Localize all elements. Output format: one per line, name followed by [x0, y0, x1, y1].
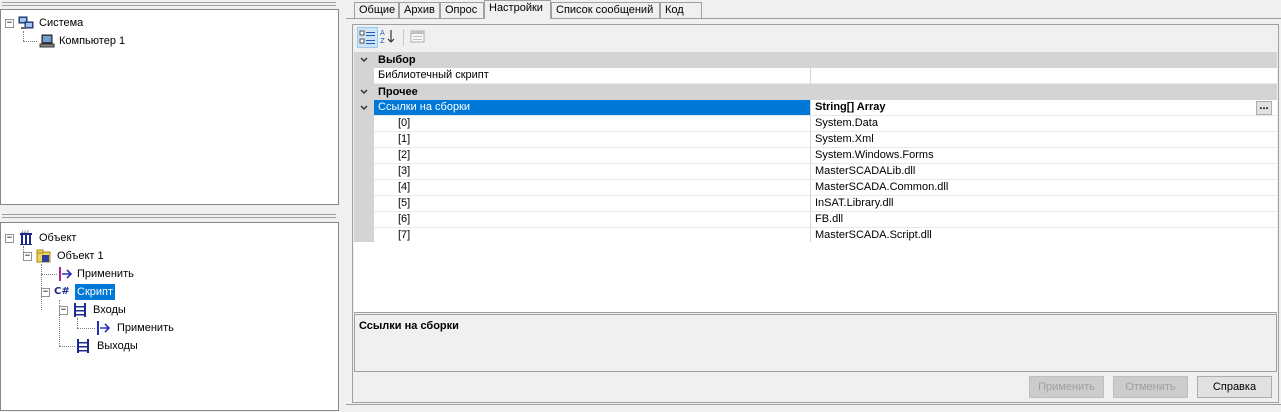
property-pages-icon: [410, 30, 425, 43]
array-index: [1]: [374, 132, 811, 148]
vertical-splitter[interactable]: [340, 0, 346, 411]
array-item-row[interactable]: [4] MasterSCADA.Common.dll: [354, 180, 1277, 196]
property-name: Ссылки на сборки: [374, 100, 811, 116]
property-toolbar: A Z: [353, 25, 1278, 50]
tab-general[interactable]: Общие: [354, 2, 399, 18]
tab-messages[interactable]: Список сообщений: [551, 2, 660, 18]
category-row-other[interactable]: Прочее: [354, 84, 1277, 100]
property-value[interactable]: String[] Array ...: [811, 100, 1277, 116]
property-grid-empty-area: [354, 242, 1277, 313]
category-row-selection[interactable]: Выбор: [354, 52, 1277, 68]
array-item-row[interactable]: [6] FB.dll: [354, 212, 1277, 228]
category-label: Выбор: [378, 54, 416, 66]
chevron-down-icon[interactable]: [360, 104, 368, 112]
system-computers-icon: [18, 16, 34, 29]
collapse-toggle[interactable]: −: [59, 306, 68, 315]
object-icon: 123: [20, 230, 32, 245]
tab-code[interactable]: Код: [660, 2, 702, 18]
property-value[interactable]: [811, 68, 1277, 84]
settings-panel: A Z Выбор Библиотечный скрипт Прочее Ссы…: [352, 24, 1279, 403]
array-index: [6]: [374, 212, 811, 228]
svg-text:A: A: [380, 29, 385, 37]
array-value[interactable]: MasterSCADA.Common.dll: [811, 180, 1277, 196]
collapse-toggle[interactable]: −: [5, 234, 14, 243]
array-item-row[interactable]: [5] InSAT.Library.dll: [354, 196, 1277, 212]
array-index: [0]: [374, 116, 811, 132]
chevron-down-icon[interactable]: [360, 56, 368, 64]
inputs-icon: [74, 303, 86, 317]
property-name: Библиотечный скрипт: [374, 68, 811, 84]
system-tree: − Система Компьютер 1: [0, 9, 339, 205]
collapse-toggle[interactable]: −: [5, 19, 14, 28]
description-title: Ссылки на сборки: [359, 320, 459, 332]
array-index: [2]: [374, 148, 811, 164]
collapse-toggle[interactable]: −: [23, 252, 32, 261]
property-row-library-script[interactable]: Библиотечный скрипт: [354, 68, 1277, 84]
apply-button[interactable]: Применить: [1029, 376, 1104, 398]
array-value[interactable]: System.Xml: [811, 132, 1277, 148]
object-tree: − 123 Объект − Объект 1 Применить − C# С…: [0, 222, 339, 411]
chevron-down-icon[interactable]: [360, 88, 368, 96]
tab-strip: Общие Архив Опрос Настройки Список сообщ…: [346, 0, 1281, 19]
tree-node-label: Объект: [39, 232, 77, 244]
alphabetical-sort-button[interactable]: A Z: [378, 27, 399, 48]
categorized-view-button[interactable]: [357, 27, 378, 48]
tab-poll[interactable]: Опрос: [440, 2, 484, 18]
tab-settings[interactable]: Настройки: [484, 0, 551, 19]
top-panel-grip[interactable]: [0, 0, 340, 8]
array-index: [3]: [374, 164, 811, 180]
array-value[interactable]: MasterSCADALib.dll: [811, 164, 1277, 180]
ellipsis-button[interactable]: ...: [1256, 101, 1272, 115]
folder-object-icon: [36, 249, 51, 263]
tree-node-inputs[interactable]: − Входы: [59, 302, 179, 318]
sort-alphabetical-icon: A Z: [380, 29, 395, 45]
outputs-icon: [77, 339, 89, 353]
categorized-view-icon: [359, 30, 375, 44]
property-pages-button[interactable]: [408, 27, 429, 48]
property-value-text: String[] Array: [815, 101, 886, 113]
help-button[interactable]: Справка: [1197, 376, 1272, 398]
computer-icon: [39, 34, 55, 48]
tree-node-label: Система: [39, 17, 84, 29]
array-item-row[interactable]: [2] System.Windows.Forms: [354, 148, 1277, 164]
array-index: [5]: [374, 196, 811, 212]
array-value[interactable]: InSAT.Library.dll: [811, 196, 1277, 212]
tab-archive[interactable]: Архив: [399, 2, 440, 18]
tree-node-computer-1[interactable]: Компьютер 1: [39, 33, 159, 49]
tree-node-script[interactable]: − C# Скрипт: [41, 284, 161, 300]
description-pane: Ссылки на сборки: [354, 314, 1277, 372]
array-value[interactable]: FB.dll: [811, 212, 1277, 228]
tree-node-label: Выходы: [97, 340, 138, 352]
tree-node-label: Скрипт: [75, 284, 116, 300]
tree-node-object-1[interactable]: − Объект 1: [23, 248, 143, 264]
array-index: [4]: [374, 180, 811, 196]
array-item-row[interactable]: [1] System.Xml: [354, 132, 1277, 148]
bottom-panel-grip[interactable]: [0, 212, 340, 220]
tree-node-label: Компьютер 1: [59, 35, 126, 47]
tree-node-object[interactable]: − 123 Объект: [5, 230, 125, 246]
array-value[interactable]: System.Data: [811, 116, 1277, 132]
property-row-assembly-refs[interactable]: Ссылки на сборки String[] Array ...: [354, 100, 1277, 116]
apply-event-icon: [97, 321, 111, 335]
collapse-toggle[interactable]: −: [41, 288, 50, 297]
tree-node-label: Объект 1: [57, 250, 104, 262]
tree-node-label: Применить: [77, 268, 134, 280]
csharp-icon: C#: [54, 286, 70, 297]
tree-node-label: Входы: [93, 304, 126, 316]
apply-event-icon: [59, 267, 73, 281]
property-grid: Выбор Библиотечный скрипт Прочее Ссылки …: [354, 52, 1277, 244]
tree-node-label: Применить: [117, 322, 174, 334]
tree-node-apply-input[interactable]: Применить: [95, 320, 215, 336]
array-item-row[interactable]: [3] MasterSCADALib.dll: [354, 164, 1277, 180]
svg-text:123: 123: [21, 230, 29, 234]
category-label: Прочее: [378, 86, 418, 98]
cancel-button[interactable]: Отменить: [1113, 376, 1188, 398]
tree-node-system[interactable]: − Система: [5, 15, 125, 31]
tree-node-outputs[interactable]: Выходы: [75, 338, 195, 354]
array-item-row[interactable]: [0] System.Data: [354, 116, 1277, 132]
svg-text:Z: Z: [380, 37, 385, 45]
tree-node-apply[interactable]: Применить: [57, 266, 177, 282]
array-value[interactable]: System.Windows.Forms: [811, 148, 1277, 164]
